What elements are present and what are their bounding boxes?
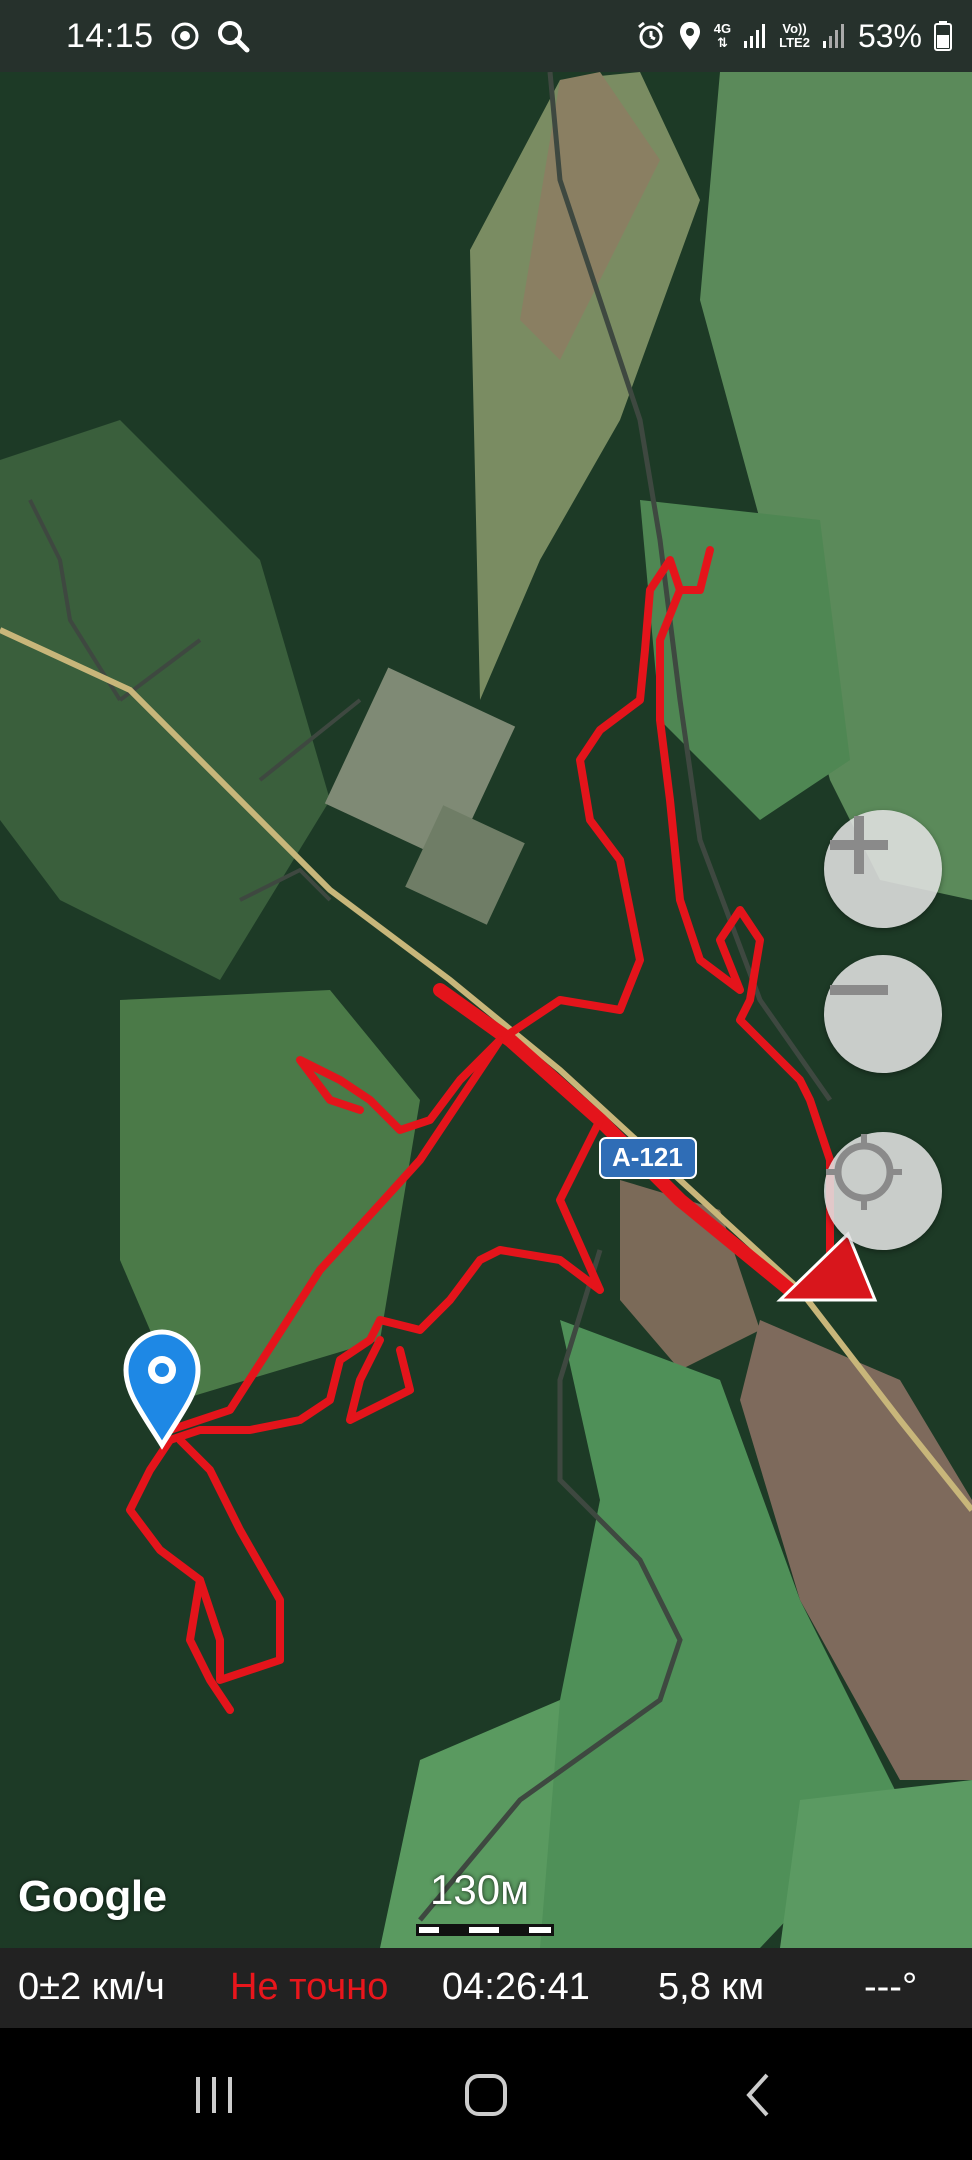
scale-bar — [416, 1924, 554, 1936]
search-icon — [217, 21, 250, 53]
alarm-icon — [637, 21, 664, 49]
volte-indicator: Vo)) LTE2 — [779, 22, 810, 50]
scale-label: 130м — [430, 1866, 529, 1913]
lte2-label: LTE2 — [779, 35, 810, 50]
minus-icon — [830, 985, 888, 995]
home-icon — [465, 2074, 507, 2116]
signal-icon-2 — [822, 24, 844, 48]
satellite-map[interactable]: A-121 — [0, 72, 972, 1948]
signal-icon-1 — [744, 24, 766, 48]
recents-button[interactable] — [164, 2060, 264, 2130]
my-location-button[interactable] — [824, 1132, 942, 1250]
back-icon — [746, 2073, 769, 2117]
track-info-bar: 0±2 км/ч Не точно 04:26:41 5,8 км ---° — [0, 1948, 972, 2028]
battery-icon — [934, 21, 952, 51]
clock: 14:15 — [66, 16, 154, 55]
zoom-in-button[interactable] — [824, 810, 942, 928]
google-logo: Google — [18, 1872, 167, 1921]
status-bar: 14:15 4G ⇅ Vo)) LTE2 53% — [0, 0, 972, 72]
elapsed-time: 04:26:41 — [442, 1966, 590, 2008]
plus-icon — [830, 816, 888, 874]
battery-percent: 53% — [857, 17, 922, 54]
accuracy-status: Не точно — [230, 1966, 389, 2008]
status-left: 14:15 — [66, 0, 250, 72]
field-right-bottom — [780, 1780, 972, 1948]
home-button[interactable] — [436, 2060, 536, 2130]
location-icon — [679, 22, 700, 50]
map-scale: 130м — [416, 1866, 556, 1946]
zoom-out-button[interactable] — [824, 955, 942, 1073]
recents-icon — [196, 2077, 232, 2113]
distance-readout: 5,8 км — [658, 1966, 765, 2008]
system-nav-bar — [0, 2030, 972, 2160]
speed-readout: 0±2 км/ч — [18, 1966, 165, 2008]
record-icon — [171, 22, 199, 50]
road-label-text: A-121 — [612, 1142, 683, 1172]
back-button[interactable] — [708, 2060, 808, 2130]
crosshair-icon — [826, 1134, 902, 1210]
data-arrows-icon: ⇅ — [717, 35, 728, 50]
bearing-readout: ---° — [864, 1966, 918, 2008]
network-4g-indicator: 4G ⇅ — [714, 22, 731, 50]
status-right: 4G ⇅ Vo)) LTE2 53% — [636, 0, 952, 72]
volte-label: Vo)) — [782, 21, 807, 36]
network-type: 4G — [713, 21, 732, 36]
